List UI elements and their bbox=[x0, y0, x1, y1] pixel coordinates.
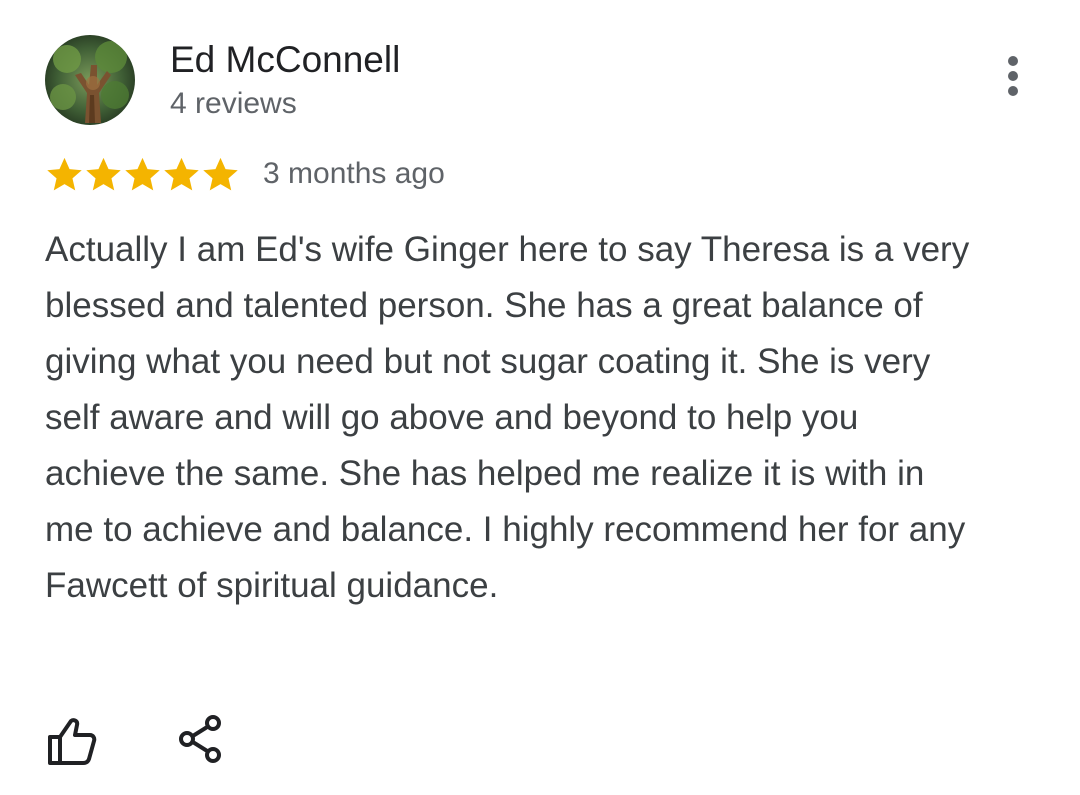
reviewer-avatar[interactable] bbox=[45, 35, 135, 125]
more-options-button[interactable] bbox=[992, 52, 1034, 100]
tree-avatar-image bbox=[45, 35, 135, 125]
star-rating bbox=[45, 155, 240, 194]
review-date: 3 months ago bbox=[263, 157, 445, 190]
star-icon bbox=[86, 157, 121, 190]
star-icon bbox=[47, 157, 82, 190]
star-icon bbox=[125, 157, 160, 190]
thumbs-up-icon bbox=[48, 718, 97, 765]
reviewer-name[interactable]: Ed McConnell bbox=[170, 38, 400, 82]
like-button[interactable] bbox=[44, 715, 100, 767]
rating-row: 3 months ago bbox=[45, 153, 445, 195]
review-text: Actually I am Ed's wife Ginger here to s… bbox=[45, 230, 970, 605]
more-vertical-icon bbox=[1008, 56, 1018, 96]
reviewer-review-count: 4 reviews bbox=[170, 87, 297, 120]
star-icon bbox=[164, 157, 199, 190]
share-button[interactable] bbox=[176, 713, 226, 765]
share-icon bbox=[179, 715, 221, 763]
star-icon bbox=[203, 157, 238, 190]
